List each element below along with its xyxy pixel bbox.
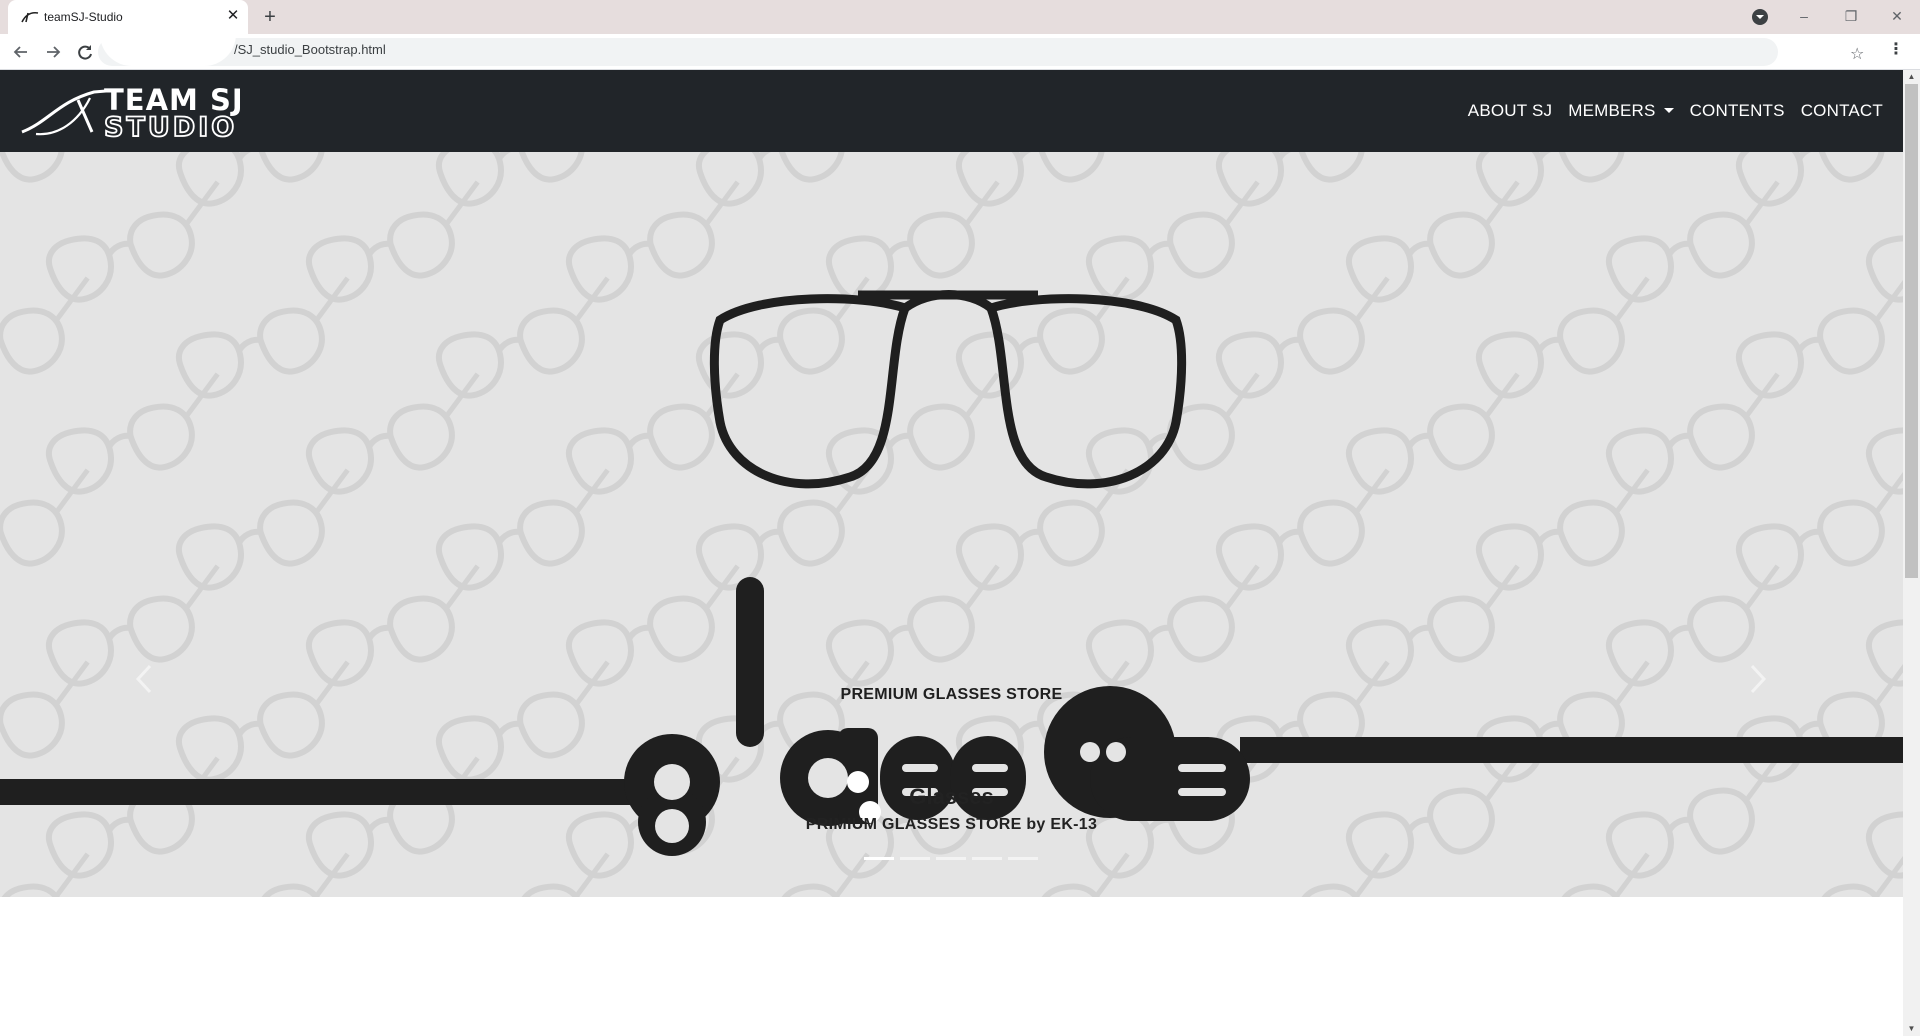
carousel-indicator[interactable]: [1008, 857, 1038, 860]
tab-close-button[interactable]: ✕: [224, 7, 242, 25]
carousel-caption-title: Glasses: [909, 784, 994, 809]
star-icon[interactable]: ☆: [1850, 44, 1864, 64]
redacted-url-region: [100, 34, 236, 66]
carousel-indicator[interactable]: [900, 857, 930, 860]
site-navbar: TEAM SJ STUDIO ABOUT SJ MEMBERS CONTENTS…: [0, 70, 1903, 152]
site-favicon-icon: [21, 11, 39, 23]
close-window-button[interactable]: ✕: [1883, 4, 1911, 28]
page-scrollbar[interactable]: ▲ ▼: [1903, 70, 1920, 1036]
forward-arrow-icon[interactable]: [40, 39, 66, 65]
browser-tab[interactable]: teamSJ-Studio ✕: [8, 0, 248, 34]
carousel-next-button[interactable]: [1743, 582, 1773, 622]
restore-button[interactable]: ❐: [1837, 4, 1865, 28]
nav-links: ABOUT SJ MEMBERS CONTENTS CONTACT: [1452, 70, 1883, 152]
tab-title: teamSJ-Studio: [44, 10, 123, 24]
brand-line2: STUDIO: [104, 112, 237, 140]
carousel-caption-text: PRIMIUM GLASSES STORE by EK-13: [805, 816, 1098, 833]
spectacles-icon: [709, 290, 1187, 489]
carousel-prev-button[interactable]: [129, 582, 159, 622]
nav-about[interactable]: ABOUT SJ: [1468, 101, 1552, 121]
carousel-indicators: [864, 857, 1044, 860]
new-tab-button[interactable]: +: [259, 6, 281, 28]
browser-toolbar: ☆ /SJ_studio_Bootstrap.html ⋮: [0, 34, 1920, 70]
glasses-wordmark: [624, 577, 1250, 856]
carousel-indicator[interactable]: [972, 857, 1002, 860]
nav-contact[interactable]: CONTACT: [1801, 101, 1883, 121]
hero-tagline: PREMIUM GLASSES STORE: [840, 686, 1063, 703]
scroll-thumb[interactable]: [1905, 84, 1918, 578]
carousel-indicator[interactable]: [864, 857, 894, 860]
carousel-indicator[interactable]: [936, 857, 966, 860]
menu-kebab-icon[interactable]: ⋮: [1888, 39, 1904, 59]
url-text[interactable]: /SJ_studio_Bootstrap.html: [234, 42, 386, 57]
reload-icon[interactable]: [72, 39, 98, 65]
back-arrow-icon[interactable]: [8, 39, 34, 65]
hero-carousel: PREMIUM GLASSES STORE Glasses PRIMIUM GL…: [0, 152, 1903, 897]
minimize-button[interactable]: –: [1790, 4, 1818, 28]
scroll-down-arrow-icon[interactable]: ▼: [1903, 1022, 1920, 1036]
team-sj-studio-logo[interactable]: TEAM SJ STUDIO: [18, 82, 283, 140]
profile-icon[interactable]: [1752, 9, 1768, 25]
scroll-up-arrow-icon[interactable]: ▲: [1903, 70, 1920, 84]
nav-contents[interactable]: CONTENTS: [1690, 101, 1785, 121]
nav-members-dropdown[interactable]: MEMBERS: [1568, 101, 1673, 121]
browser-tabstrip: teamSJ-Studio ✕ + – ❐ ✕: [0, 0, 1920, 34]
page-viewport: TEAM SJ STUDIO ABOUT SJ MEMBERS CONTENTS…: [0, 70, 1903, 1036]
